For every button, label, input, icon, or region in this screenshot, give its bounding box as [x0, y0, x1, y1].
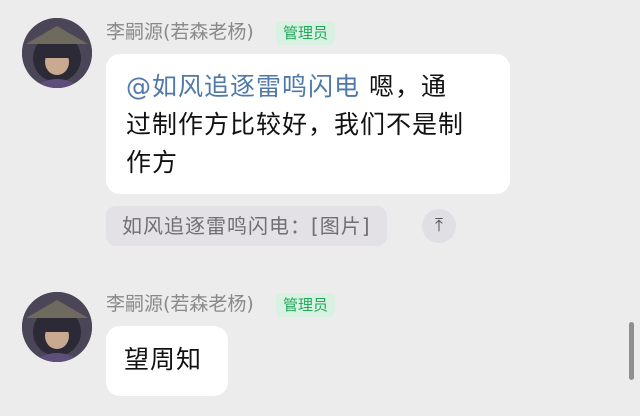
message-text: 望周知 — [124, 345, 203, 374]
arrow-up-to-top-icon[interactable]: ⤒ — [422, 209, 456, 243]
avatar[interactable] — [22, 18, 92, 88]
sender-name: 李嗣源(若森老杨) — [106, 293, 254, 315]
quoted-reply[interactable]: 如风追逐雷鸣闪电：[图片] — [106, 206, 387, 246]
scrollbar-thumb[interactable] — [629, 322, 634, 380]
message-text: 作方 — [126, 148, 179, 177]
sender-name: 李嗣源(若森老杨) — [106, 21, 254, 43]
message-text: 嗯，通 — [368, 72, 447, 101]
message-bubble[interactable]: 望周知 — [106, 326, 228, 396]
admin-badge: 管理员 — [276, 293, 336, 317]
mention-link[interactable]: @如风追逐雷鸣闪电 — [126, 72, 360, 101]
avatar[interactable] — [22, 292, 92, 362]
message-bubble[interactable]: @如风追逐雷鸣闪电 嗯，通 过制作方比较好，我们不是制 作方 — [106, 54, 510, 194]
message-text: 过制作方比较好，我们不是制 — [126, 110, 465, 139]
admin-badge: 管理员 — [276, 21, 336, 45]
